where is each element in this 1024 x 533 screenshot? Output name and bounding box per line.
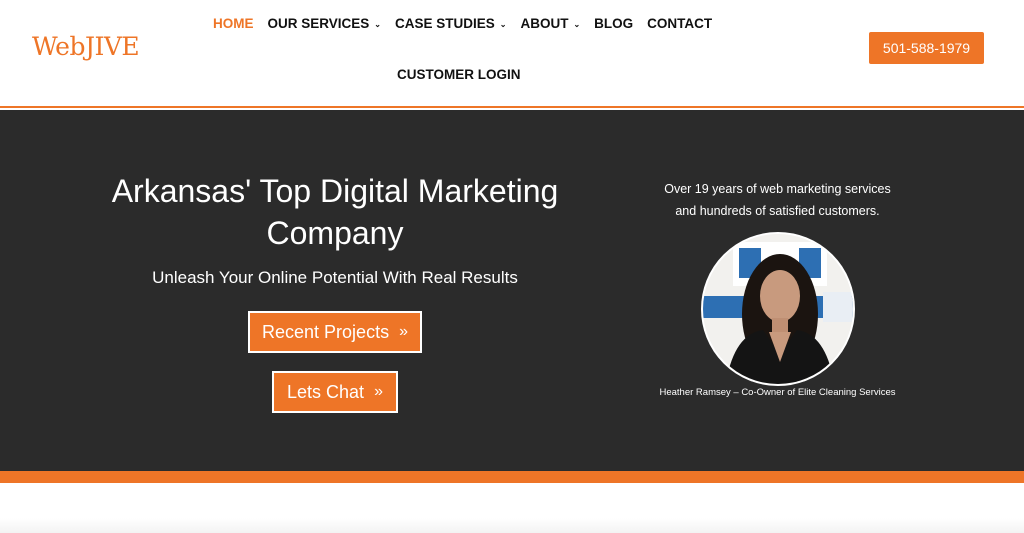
button-label: Recent Projects	[262, 321, 390, 342]
site-logo[interactable]: WebJIVE	[32, 32, 140, 61]
nav-item-blog[interactable]: BLOG	[587, 14, 640, 32]
button-label: Lets Chat	[287, 381, 365, 402]
nav-item-label: CASE STUDIES	[394, 15, 495, 31]
nav-item-our-services[interactable]: OUR SERVICES ⌄	[261, 14, 388, 32]
hero-section: Arkansas' Top Digital Marketing Company …	[0, 110, 1024, 471]
nav-item-label: HOME	[213, 15, 254, 31]
nav-item-label: CONTACT	[647, 15, 713, 31]
hero-title: Arkansas' Top Digital Marketing Company	[111, 173, 559, 251]
double-chevron-right-icon: »	[374, 383, 383, 400]
person-photo-icon	[703, 234, 853, 384]
tagline-line: Over 19 years of web marketing services	[664, 182, 891, 196]
nav-item-label: ABOUT	[520, 15, 569, 31]
hero-tagline: Over 19 years of web marketing services …	[620, 178, 935, 222]
nav-item-customer-login[interactable]: CUSTOMER LOGIN	[397, 67, 521, 82]
lets-chat-button[interactable]: Lets Chat »	[272, 371, 398, 413]
next-section	[0, 483, 1024, 533]
phone-button[interactable]: 501-588-1979	[869, 32, 984, 64]
hero-subtitle: Unleash Your Online Potential With Real …	[152, 268, 518, 287]
chevron-down-icon: ⌄	[573, 19, 581, 29]
nav-item-home[interactable]: HOME	[206, 14, 261, 32]
tagline-line: and hundreds of satisfied customers.	[675, 204, 880, 218]
nav-item-label: BLOG	[594, 15, 634, 31]
recent-projects-button[interactable]: Recent Projects »	[248, 311, 422, 353]
double-chevron-right-icon: »	[399, 323, 408, 340]
accent-divider	[0, 471, 1024, 483]
chevron-down-icon: ⌄	[499, 19, 507, 29]
nav-item-case-studies[interactable]: CASE STUDIES ⌄	[388, 14, 513, 32]
testimonial-caption: Heather Ramsey – Co-Owner of Elite Clean…	[659, 387, 896, 398]
main-nav: HOME OUR SERVICES ⌄ CASE STUDIES ⌄ ABOUT…	[206, 14, 726, 32]
nav-item-contact[interactable]: CONTACT	[640, 14, 719, 32]
nav-item-about[interactable]: ABOUT ⌄	[513, 14, 587, 32]
site-header: WebJIVE HOME OUR SERVICES ⌄ CASE STUDIES…	[0, 0, 1024, 108]
nav-item-label: OUR SERVICES	[267, 15, 370, 31]
testimonial-avatar	[701, 232, 855, 386]
chevron-down-icon: ⌄	[374, 19, 381, 29]
